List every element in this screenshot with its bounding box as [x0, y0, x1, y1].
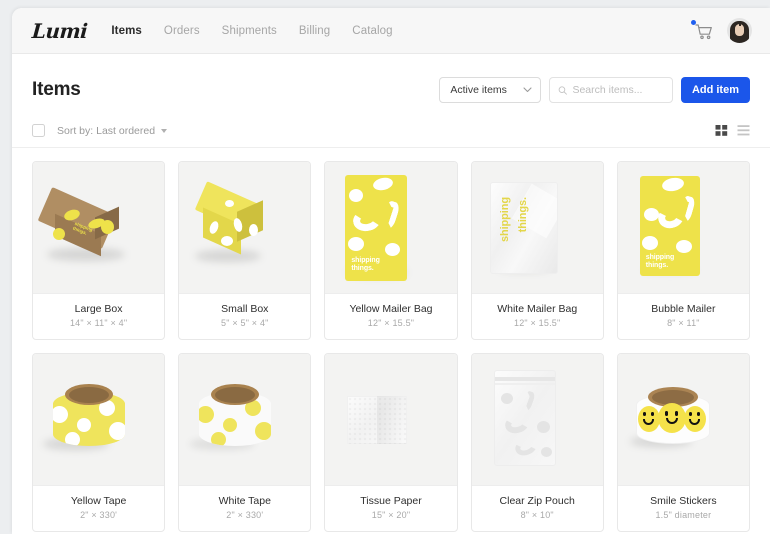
item-thumbnail: shippingthings. [325, 162, 456, 294]
item-card[interactable]: Clear Zip Pouch 8" × 10" [471, 353, 604, 532]
view-toggle-group [715, 124, 750, 137]
item-card[interactable]: Yellow Tape 2" × 330' [32, 353, 165, 532]
primary-nav: Items Orders Shipments Billing Catalog [111, 25, 392, 37]
item-meta: Yellow Tape 2" × 330' [33, 486, 164, 531]
item-name: White Tape [185, 495, 304, 507]
search-icon [558, 85, 568, 96]
item-thumbnail [179, 354, 310, 486]
art-bubble-mailer: shippingthings. [618, 162, 749, 293]
caret-down-icon [161, 129, 167, 133]
item-dimensions: 14" × 11" × 4" [39, 318, 158, 328]
item-card[interactable]: Smile Stickers 1.5" diameter [617, 353, 750, 532]
art-smile-stickers [618, 354, 749, 485]
list-toolbar: Sort by: Last ordered [12, 114, 770, 148]
item-name: Large Box [39, 303, 158, 315]
art-yellow-tape [33, 354, 164, 485]
item-dimensions: 8" × 11" [624, 318, 743, 328]
topbar-right-actions [693, 18, 752, 43]
item-thumbnail [33, 354, 164, 486]
art-large-box: shippingthings. [33, 162, 164, 293]
list-view-icon[interactable] [737, 124, 750, 137]
items-grid: shippingthings. Large Box 14" × 11" × 4" [12, 148, 770, 532]
top-navigation-bar: Lumi Items Orders Shipments Billing Cata… [12, 8, 770, 54]
item-card[interactable]: Tissue Paper 15" × 20" [324, 353, 457, 532]
item-thumbnail [179, 162, 310, 294]
art-white-mailer-bag: shipping things. [472, 162, 603, 293]
bag-text-line1-2: shippingthings. [351, 257, 379, 273]
item-card[interactable]: shippingthings. Bubble Mailer 8" × 11" [617, 161, 750, 340]
item-name: Yellow Mailer Bag [331, 303, 450, 315]
user-avatar[interactable] [727, 18, 752, 43]
chevron-down-icon [523, 87, 532, 93]
item-name: Smile Stickers [624, 495, 743, 507]
item-thumbnail [325, 354, 456, 486]
sort-by-dropdown[interactable]: Sort by: Last ordered [57, 125, 167, 137]
page-header: Items Active items Add item [12, 54, 770, 106]
item-name: Yellow Tape [39, 495, 158, 507]
item-card[interactable]: shippingthings. Yellow Mailer Bag 12" × … [324, 161, 457, 340]
nav-link-orders[interactable]: Orders [164, 25, 200, 37]
item-status-filter-value: Active items [450, 84, 507, 96]
art-small-box [179, 162, 310, 293]
item-thumbnail [618, 354, 749, 486]
item-name: White Mailer Bag [478, 303, 597, 315]
item-thumbnail: shippingthings. [33, 162, 164, 294]
nav-link-shipments[interactable]: Shipments [222, 25, 277, 37]
item-thumbnail: shipping things. [472, 162, 603, 294]
cart-button[interactable] [693, 20, 715, 42]
item-meta: Large Box 14" × 11" × 4" [33, 294, 164, 339]
item-thumbnail: shippingthings. [618, 162, 749, 294]
item-dimensions: 15" × 20" [331, 510, 450, 520]
art-clear-zip-pouch [472, 354, 603, 485]
item-meta: Smile Stickers 1.5" diameter [618, 486, 749, 531]
nav-link-billing[interactable]: Billing [299, 25, 330, 37]
lumi-logo[interactable]: Lumi [31, 19, 88, 43]
cart-notification-dot [691, 20, 696, 25]
grid-view-icon[interactable] [715, 124, 728, 137]
item-dimensions: 8" × 10" [478, 510, 597, 520]
art-yellow-mailer-bag: shippingthings. [325, 162, 456, 293]
item-dimensions: 12" × 15.5" [478, 318, 597, 328]
avatar-hair-part [739, 21, 741, 26]
app-window: Lumi Items Orders Shipments Billing Cata… [12, 8, 770, 534]
item-meta: Bubble Mailer 8" × 11" [618, 294, 749, 339]
item-name: Tissue Paper [331, 495, 450, 507]
item-card[interactable]: Small Box 5" × 5" × 4" [178, 161, 311, 340]
nav-link-items[interactable]: Items [111, 25, 142, 37]
item-meta: Small Box 5" × 5" × 4" [179, 294, 310, 339]
item-thumbnail [472, 354, 603, 486]
item-card[interactable]: shippingthings. Large Box 14" × 11" × 4" [32, 161, 165, 340]
page-title: Items [32, 79, 81, 101]
item-dimensions: 2" × 330' [39, 510, 158, 520]
item-card[interactable]: shipping things. White Mailer Bag 12" × … [471, 161, 604, 340]
item-dimensions: 2" × 330' [185, 510, 304, 520]
sort-by-label: Sort by: Last ordered [57, 125, 155, 137]
art-tissue-paper [325, 354, 456, 485]
item-name: Clear Zip Pouch [478, 495, 597, 507]
shopping-cart-icon [693, 20, 715, 42]
item-meta: Tissue Paper 15" × 20" [325, 486, 456, 531]
item-dimensions: 1.5" diameter [624, 510, 743, 520]
item-meta: Yellow Mailer Bag 12" × 15.5" [325, 294, 456, 339]
item-meta: Clear Zip Pouch 8" × 10" [472, 486, 603, 531]
search-box[interactable] [549, 77, 673, 103]
add-item-button[interactable]: Add item [681, 77, 750, 103]
item-dimensions: 5" × 5" × 4" [185, 318, 304, 328]
item-meta: White Mailer Bag 12" × 15.5" [472, 294, 603, 339]
page-header-actions: Active items Add item [439, 77, 750, 103]
item-name: Bubble Mailer [624, 303, 743, 315]
item-meta: White Tape 2" × 330' [179, 486, 310, 531]
nav-link-catalog[interactable]: Catalog [352, 25, 392, 37]
item-card[interactable]: White Tape 2" × 330' [178, 353, 311, 532]
art-white-tape [179, 354, 310, 485]
item-name: Small Box [185, 303, 304, 315]
search-input[interactable] [572, 84, 664, 96]
select-all-checkbox[interactable] [32, 124, 45, 137]
item-status-filter-select[interactable]: Active items [439, 77, 541, 103]
item-dimensions: 12" × 15.5" [331, 318, 450, 328]
